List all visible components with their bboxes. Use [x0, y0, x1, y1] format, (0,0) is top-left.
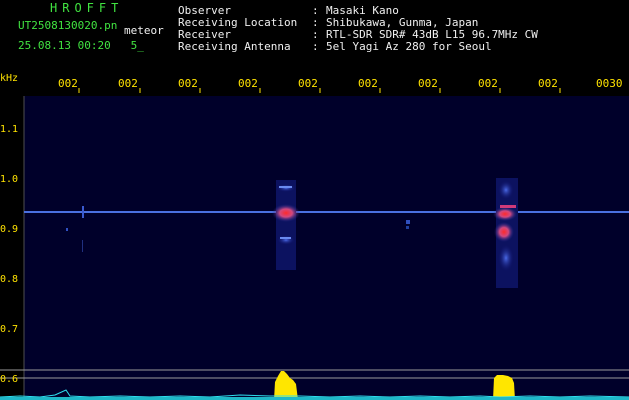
- timestamp: 25.08.13 00:20: [18, 39, 111, 52]
- artifact-mark: [406, 220, 410, 224]
- spectrogram-background: [24, 96, 629, 400]
- freq-label: 0.6: [0, 374, 19, 385]
- antenna-value: 5el Yagi Az 280 for Seoul: [326, 40, 492, 53]
- antenna-label: Receiving Antenna: [178, 40, 291, 53]
- artifact-mark: [66, 228, 68, 231]
- freq-label: 0.9: [0, 224, 19, 235]
- file-name: UT2508130020.pn: [18, 19, 118, 32]
- spectrogram-canvas: [0, 88, 629, 400]
- freq-label: 0.8: [0, 274, 19, 285]
- time-label: 002: [178, 77, 198, 90]
- time-label: 002: [118, 77, 138, 90]
- time-label: 002: [418, 77, 438, 90]
- carrier-line: [24, 211, 629, 213]
- meteor-echo-2: [493, 178, 518, 288]
- time-label: 0030: [596, 77, 623, 90]
- artifact-mark: [82, 240, 83, 252]
- time-label: 002: [478, 77, 498, 90]
- freq-label: 1.1: [0, 124, 19, 135]
- artifact-mark: [82, 206, 84, 218]
- time-label: 002: [238, 77, 258, 90]
- meteor-echo-1: [272, 180, 300, 270]
- date-time: 25.08.13 00:20 5_: [18, 40, 144, 52]
- time-label: 002: [58, 77, 78, 90]
- time-label: 002: [358, 77, 378, 90]
- time-label: 002: [298, 77, 318, 90]
- artifact-mark: [406, 226, 409, 229]
- separator: :: [312, 40, 319, 53]
- freq-label: 1.0: [0, 174, 19, 185]
- freq-unit-label: kHz: [0, 73, 19, 84]
- app-title: HROFFT: [50, 1, 124, 15]
- detection-type: meteor: [124, 24, 164, 37]
- echo-count: 5_: [130, 39, 144, 52]
- time-label: 002: [538, 77, 558, 90]
- freq-label: 0.7: [0, 324, 19, 335]
